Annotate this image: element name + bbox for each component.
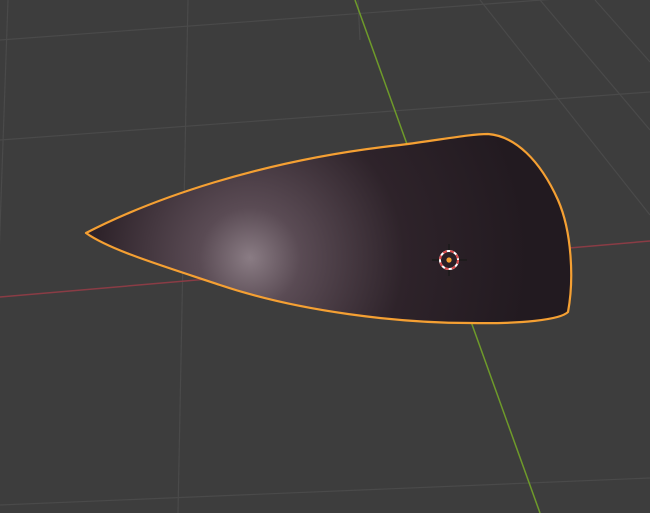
3d-viewport[interactable] [0,0,650,513]
object-origin-dot [446,257,452,263]
